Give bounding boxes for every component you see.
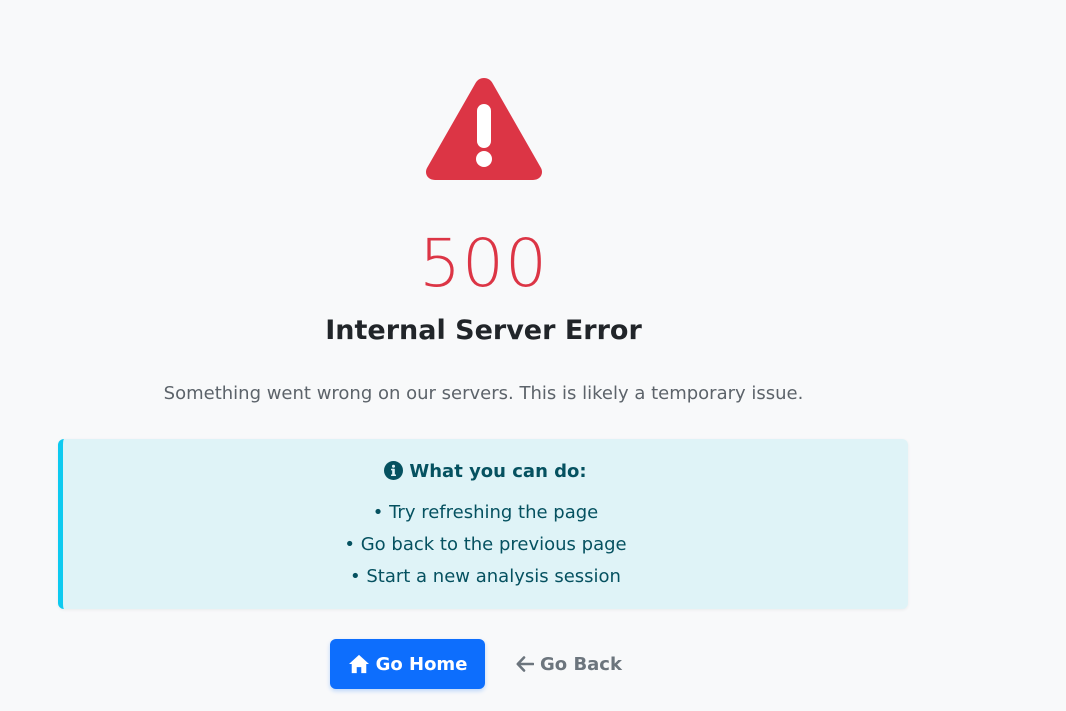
info-circle-icon	[384, 461, 404, 480]
go-home-button[interactable]: Go Home	[330, 639, 485, 689]
go-back-label: Go Back	[540, 653, 622, 675]
error-description: Something went wrong on our servers. Thi…	[163, 383, 804, 404]
arrow-left-icon	[516, 656, 535, 672]
error-code: 500	[419, 225, 548, 302]
error-title: Internal Server Error	[325, 315, 642, 346]
suggestion-item: • Start a new analysis session	[350, 566, 621, 587]
suggestion-item: • Try refreshing the page	[372, 502, 599, 523]
suggestions-box: What you can do: • Try refreshing the pa…	[58, 439, 908, 609]
suggestions-heading-text: What you can do:	[409, 461, 587, 482]
suggestions-heading: What you can do:	[63, 459, 908, 485]
go-back-button[interactable]: Go Back	[508, 639, 630, 689]
suggestions-list: • Try refreshing the page • Go back to t…	[63, 497, 908, 593]
go-home-label: Go Home	[375, 653, 468, 675]
suggestion-item: • Go back to the previous page	[344, 534, 627, 555]
warning-triangle-icon	[425, 78, 543, 180]
home-icon	[348, 654, 369, 674]
error-page: 500 Internal Server Error Something went…	[0, 0, 1066, 711]
